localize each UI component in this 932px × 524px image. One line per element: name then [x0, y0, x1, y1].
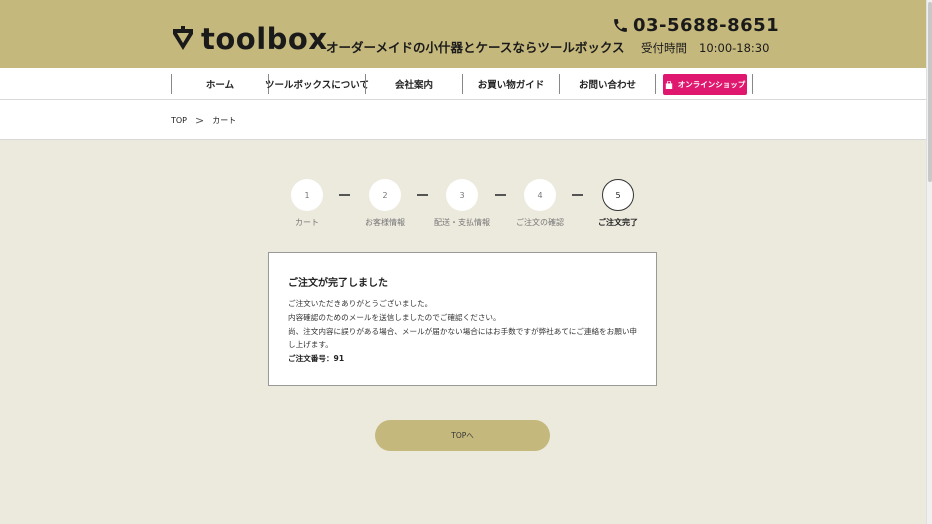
step-2: 2 お客様情報	[365, 179, 405, 227]
shopping-bag-icon	[665, 80, 672, 89]
site-header: toolbox オーダーメイドの小什器とケースならツールボックス 03-5688…	[0, 0, 926, 68]
page-scrollbar[interactable]	[926, 0, 932, 524]
online-shop-button[interactable]: オンラインショップ	[663, 74, 747, 95]
chevron-right-icon: >	[195, 114, 205, 127]
step-3: 3 配送・支払情報	[434, 179, 490, 227]
order-complete-box: ご注文が完了しました ご注文いただきありがとうございました。 内容確認のためのメ…	[268, 252, 657, 386]
step-circle-active: 5	[602, 179, 634, 211]
checkout-steps: 1 カート 2 お客様情報 3 配送・支払情報 4 ご注文の確認 5 ご注文完了	[291, 179, 641, 229]
step-connector	[572, 194, 583, 196]
logo-text: toolbox	[201, 22, 328, 56]
scrollbar-thumb[interactable]	[928, 2, 932, 182]
site-logo[interactable]: toolbox	[171, 24, 328, 54]
message-line: ご注文いただきありがとうございました。	[288, 299, 433, 308]
back-to-top-button[interactable]: TOPへ	[375, 420, 550, 451]
phone-icon	[614, 19, 627, 32]
message-line: 尚、注文内容に誤りがある場合、メールが届かない場合にはお手数ですが弊社あてにご連…	[288, 326, 638, 350]
complete-message: ご注文いただきありがとうございました。 内容確認のためのメールを送信しましたので…	[288, 297, 643, 366]
main-nav: ホーム ツールボックスについて 会社案内 お買い物ガイド お問い合わせ オンライ…	[0, 68, 926, 100]
step-circle: 1	[291, 179, 323, 211]
online-shop-label: オンラインショップ	[677, 80, 746, 89]
order-number: ご注文番号：91	[288, 354, 345, 364]
hours-value: 10:00-18:30	[699, 41, 770, 55]
step-4: 4 ご注文の確認	[516, 179, 564, 227]
step-circle: 4	[524, 179, 556, 211]
step-circle: 2	[369, 179, 401, 211]
site-tagline: オーダーメイドの小什器とケースならツールボックス	[326, 40, 625, 55]
nav-item-about[interactable]: ツールボックスについて	[265, 74, 369, 94]
step-connector	[339, 194, 350, 196]
breadcrumb-top[interactable]: TOP	[171, 116, 187, 125]
step-label: お客様情報	[365, 218, 405, 227]
step-5: 5 ご注文完了	[598, 179, 638, 227]
business-hours: 受付時間 10:00-18:30	[641, 40, 769, 56]
breadcrumb: TOP > カート	[171, 114, 236, 127]
nav-item-home[interactable]: ホーム	[171, 74, 268, 94]
breadcrumb-cart: カート	[212, 116, 237, 125]
nav-item-company[interactable]: 会社案内	[365, 74, 462, 94]
phone-number-text: 03-5688-8651	[633, 15, 780, 36]
breadcrumb-bar: TOP > カート	[0, 100, 926, 140]
complete-title: ご注文が完了しました	[288, 278, 388, 289]
step-label-active: ご注文完了	[598, 218, 638, 227]
hours-label: 受付時間	[641, 41, 687, 55]
step-label: ご注文の確認	[516, 218, 564, 227]
step-circle: 3	[446, 179, 478, 211]
nav-item-guide[interactable]: お買い物ガイド	[462, 74, 559, 94]
heart-logo-icon	[173, 26, 193, 50]
step-label: カート	[295, 218, 319, 227]
step-label: 配送・支払情報	[434, 218, 490, 227]
nav-divider	[752, 74, 753, 94]
step-1: 1 カート	[291, 179, 323, 227]
message-line: 内容確認のためのメールを送信しましたのでご確認ください。	[288, 312, 501, 322]
phone-number[interactable]: 03-5688-8651	[612, 15, 779, 36]
step-connector	[495, 194, 506, 196]
nav-item-contact[interactable]: お問い合わせ	[559, 74, 656, 94]
step-connector	[417, 194, 428, 196]
